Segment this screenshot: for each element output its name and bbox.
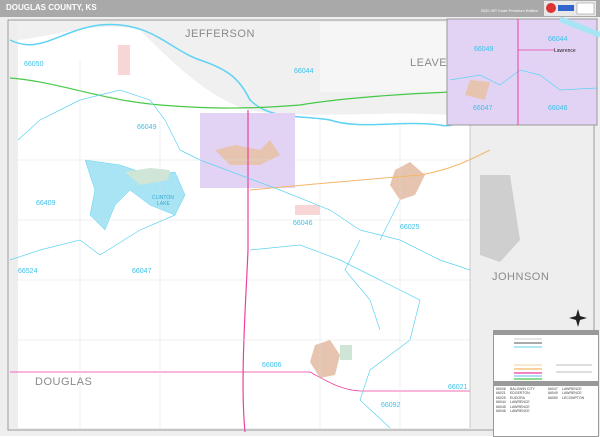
zip-label: 66050 bbox=[24, 61, 44, 68]
zip-code-index-table: 66006 BALDWIN CITY 66021 EDGERTON 66025 EUD… bbox=[493, 381, 599, 437]
inset-city-label: Lawrence bbox=[554, 48, 576, 54]
zip-label: 66047 bbox=[132, 268, 152, 275]
edition-label: 2020 ZIP Code Premium Edition bbox=[480, 8, 538, 13]
zip-label: 66409 bbox=[36, 200, 56, 207]
zip-table-left-column: 66006 BALDWIN CITY 66021 EDGERTON 66025 EUD… bbox=[496, 387, 547, 413]
county-label-douglas: DOUGLAS bbox=[35, 376, 92, 388]
map-legend bbox=[493, 330, 599, 382]
zip-label: 66021 bbox=[448, 384, 468, 391]
zip-label: 66044 bbox=[294, 68, 314, 75]
lawrence-inset[interactable]: 66049 66044 66047 66046 Lawrence bbox=[446, 17, 600, 126]
county-label-johnson: JOHNSON bbox=[492, 271, 549, 283]
header-bar: DOUGLAS COUNTY, KS 2020 ZIP Code Premium… bbox=[0, 0, 600, 17]
zip-label: 66092 bbox=[381, 402, 401, 409]
lake-label: LAKE bbox=[157, 201, 170, 207]
county-label-jefferson: JEFFERSON bbox=[185, 28, 255, 40]
inset-zip-label: 66047 bbox=[473, 105, 493, 112]
zip-table-right-column: 66047 LAWRENCE 66049 LAWRENCE 66050 LECOMPT… bbox=[548, 387, 599, 400]
zip-label: 66046 bbox=[293, 220, 313, 227]
county-label-leavenworth: LEAVE bbox=[410, 57, 447, 69]
table-row: 66046 LAWRENCE bbox=[496, 408, 530, 413]
zip-label: 66006 bbox=[262, 362, 282, 369]
inset-zip-label: 66046 bbox=[548, 105, 568, 112]
map-title: DOUGLAS COUNTY, KS bbox=[6, 3, 97, 12]
zip-label: 66025 bbox=[400, 224, 420, 231]
table-row: 66050 LECOMPTON bbox=[548, 395, 585, 400]
zip-label: 66524 bbox=[18, 268, 38, 275]
inset-zip-label: 66044 bbox=[548, 36, 568, 43]
inset-zip-label: 66049 bbox=[474, 46, 494, 53]
publisher-logo bbox=[544, 1, 596, 16]
zip-label: 66049 bbox=[137, 124, 157, 131]
